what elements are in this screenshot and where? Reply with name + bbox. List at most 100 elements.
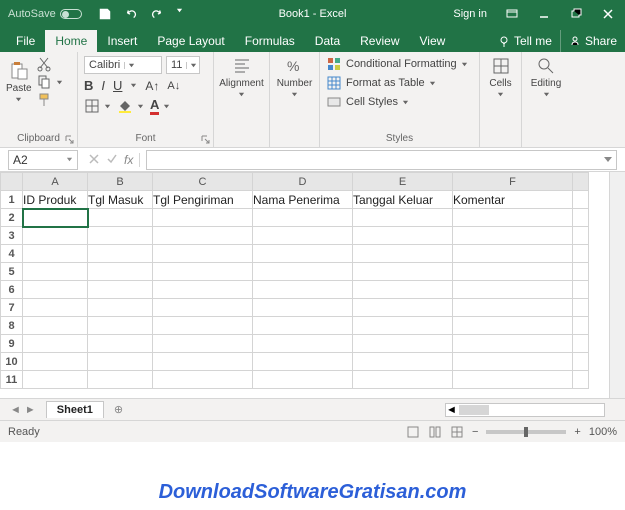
- page-layout-view-icon[interactable]: [428, 425, 442, 439]
- cell[interactable]: [253, 335, 353, 353]
- cell[interactable]: [253, 209, 353, 227]
- row-header[interactable]: 11: [1, 371, 23, 389]
- tab-file[interactable]: File: [6, 30, 45, 52]
- cell[interactable]: [453, 353, 573, 371]
- cell[interactable]: [353, 371, 453, 389]
- column-header[interactable]: C: [153, 173, 253, 191]
- cell[interactable]: [353, 281, 453, 299]
- cell[interactable]: [453, 227, 573, 245]
- cell[interactable]: [88, 227, 153, 245]
- close-icon[interactable]: [601, 7, 615, 21]
- row-header[interactable]: 10: [1, 353, 23, 371]
- row-header[interactable]: 2: [1, 209, 23, 227]
- font-name-combo[interactable]: Calibri: [84, 56, 162, 74]
- editing-button[interactable]: Editing: [528, 56, 564, 98]
- cell[interactable]: [153, 209, 253, 227]
- cell[interactable]: [88, 263, 153, 281]
- ribbon-options-icon[interactable]: [505, 7, 519, 21]
- column-header[interactable]: A: [23, 173, 88, 191]
- cell[interactable]: [88, 317, 153, 335]
- font-color-button[interactable]: A: [150, 97, 170, 115]
- cell[interactable]: [153, 227, 253, 245]
- row-header[interactable]: 9: [1, 335, 23, 353]
- tab-view[interactable]: View: [410, 30, 456, 52]
- format-as-table-button[interactable]: Format as Table: [326, 75, 473, 91]
- cell[interactable]: [23, 317, 88, 335]
- tab-review[interactable]: Review: [350, 30, 409, 52]
- cell[interactable]: Tgl Pengiriman: [153, 191, 253, 209]
- font-dialog-launcher[interactable]: [201, 135, 210, 144]
- cell[interactable]: [153, 371, 253, 389]
- cell[interactable]: [23, 299, 88, 317]
- cell[interactable]: Nama Penerima: [253, 191, 353, 209]
- cell[interactable]: [23, 245, 88, 263]
- cell[interactable]: [253, 263, 353, 281]
- cell[interactable]: [23, 227, 88, 245]
- cell[interactable]: ID Produk: [23, 191, 88, 209]
- minimize-icon[interactable]: [537, 7, 551, 21]
- vertical-scrollbar[interactable]: [609, 172, 625, 398]
- zoom-level[interactable]: 100%: [589, 426, 617, 438]
- prev-sheet-icon[interactable]: ◄: [10, 404, 21, 416]
- alignment-button[interactable]: Alignment: [220, 56, 263, 98]
- cell[interactable]: [88, 281, 153, 299]
- autosave-toggle[interactable]: AutoSave: [8, 8, 82, 20]
- column-header[interactable]: E: [353, 173, 453, 191]
- cell[interactable]: [353, 263, 453, 281]
- tab-insert[interactable]: Insert: [97, 30, 147, 52]
- cell[interactable]: [88, 245, 153, 263]
- row-header[interactable]: 5: [1, 263, 23, 281]
- cell[interactable]: [453, 317, 573, 335]
- cell[interactable]: [23, 335, 88, 353]
- cell[interactable]: [153, 335, 253, 353]
- decrease-font-icon[interactable]: A↓: [167, 80, 180, 92]
- tell-me[interactable]: Tell me: [490, 30, 560, 52]
- cell[interactable]: [353, 299, 453, 317]
- cell[interactable]: [23, 371, 88, 389]
- tab-data[interactable]: Data: [305, 30, 350, 52]
- cell[interactable]: [353, 317, 453, 335]
- cell[interactable]: [253, 227, 353, 245]
- cell[interactable]: [353, 227, 453, 245]
- name-box[interactable]: A2: [8, 150, 78, 170]
- cell[interactable]: [453, 263, 573, 281]
- cell[interactable]: [453, 209, 573, 227]
- cell[interactable]: [88, 371, 153, 389]
- select-all-corner[interactable]: [1, 173, 23, 191]
- sign-in-link[interactable]: Sign in: [453, 8, 487, 20]
- cell[interactable]: [23, 209, 88, 227]
- normal-view-icon[interactable]: [406, 425, 420, 439]
- cell-styles-button[interactable]: Cell Styles: [326, 94, 473, 110]
- fill-color-button[interactable]: [117, 98, 144, 114]
- restore-icon[interactable]: [569, 7, 583, 21]
- zoom-in-icon[interactable]: +: [574, 426, 580, 438]
- sheet-tab-sheet1[interactable]: Sheet1: [46, 401, 104, 418]
- cell[interactable]: [353, 335, 453, 353]
- cell[interactable]: [253, 353, 353, 371]
- qat-customize-icon[interactable]: [176, 7, 183, 14]
- cell[interactable]: [23, 263, 88, 281]
- undo-icon[interactable]: [124, 7, 138, 21]
- spreadsheet-grid[interactable]: ABCDEF1ID ProdukTgl MasukTgl PengirimanN…: [0, 172, 589, 389]
- row-header[interactable]: 4: [1, 245, 23, 263]
- underline-icon[interactable]: U: [113, 78, 122, 93]
- zoom-slider[interactable]: [486, 430, 566, 434]
- cell[interactable]: [153, 353, 253, 371]
- cancel-icon[interactable]: [88, 153, 100, 165]
- horizontal-scrollbar[interactable]: ◄: [445, 403, 605, 417]
- cell[interactable]: Komentar: [453, 191, 573, 209]
- page-break-view-icon[interactable]: [450, 425, 464, 439]
- cell[interactable]: [153, 263, 253, 281]
- format-painter-icon[interactable]: [36, 92, 52, 108]
- cell[interactable]: [153, 299, 253, 317]
- cell[interactable]: Tanggal Keluar: [353, 191, 453, 209]
- cell[interactable]: [253, 299, 353, 317]
- cell[interactable]: [453, 335, 573, 353]
- column-header[interactable]: D: [253, 173, 353, 191]
- expand-icon[interactable]: [602, 153, 614, 165]
- column-header[interactable]: B: [88, 173, 153, 191]
- clipboard-dialog-launcher[interactable]: [65, 135, 74, 144]
- cell[interactable]: [153, 245, 253, 263]
- cell[interactable]: Tgl Masuk: [88, 191, 153, 209]
- cell[interactable]: [253, 245, 353, 263]
